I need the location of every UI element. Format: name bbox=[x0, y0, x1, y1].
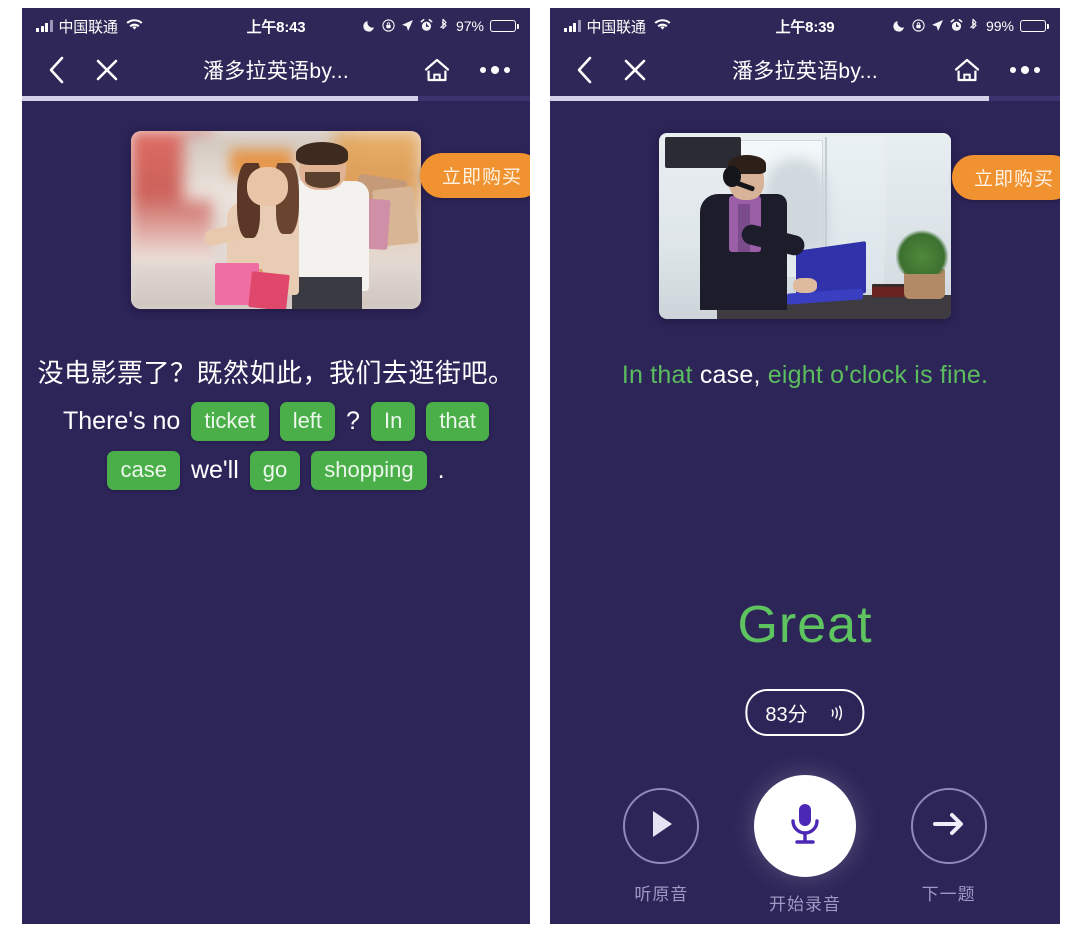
carrier-label: 中国联通 bbox=[586, 18, 646, 36]
battery-percent-label: 99% bbox=[985, 18, 1014, 34]
answer-chip[interactable]: In bbox=[370, 402, 416, 441]
lesson-content-left: 立即购买 没电影票了？既然如此，我们去逛街吧。 There's no ticke… bbox=[22, 131, 530, 924]
lesson-progress-fill bbox=[22, 96, 419, 101]
start-recording-button[interactable]: 开始录音 bbox=[753, 775, 856, 915]
control-label: 开始录音 bbox=[768, 895, 841, 914]
nav-right-group bbox=[954, 58, 1040, 83]
sentence-segment-green-a: In that bbox=[621, 361, 700, 389]
close-button[interactable] bbox=[92, 54, 122, 86]
practice-controls: 听原音 开始录音 下一题 bbox=[550, 775, 1060, 915]
sentence-segment-white: case, bbox=[699, 361, 761, 389]
battery-icon bbox=[490, 19, 519, 33]
back-button[interactable] bbox=[42, 54, 70, 86]
control-label: 听原音 bbox=[634, 885, 689, 904]
answer-chip[interactable]: shopping bbox=[311, 451, 427, 490]
status-right-group: 99% bbox=[893, 18, 1049, 34]
answer-chip[interactable]: case bbox=[107, 451, 180, 490]
sentence-token: . bbox=[437, 456, 445, 484]
navigation-bar: 潘多拉英语by... bbox=[550, 44, 1060, 96]
navigation-bar: 潘多拉英语by... bbox=[22, 44, 530, 96]
battery-percent-label: 97% bbox=[455, 18, 484, 34]
more-dots-icon[interactable] bbox=[480, 66, 510, 74]
dual-screenshot-panel: 中国联通 上午8:43 97% 潘多拉英语by... 立即购买 没电影票了？既然… bbox=[0, 0, 1080, 936]
back-button[interactable] bbox=[570, 54, 598, 86]
status-bar: 中国联通 上午8:39 99% bbox=[550, 8, 1060, 44]
answer-chip[interactable]: that bbox=[426, 402, 490, 441]
answer-chip[interactable]: left bbox=[279, 402, 336, 441]
buy-now-button[interactable]: 立即购买 bbox=[419, 153, 530, 198]
lesson-image-shopping-couple bbox=[131, 131, 421, 309]
phone-screen-left: 中国联通 上午8:43 97% 潘多拉英语by... 立即购买 没电影票了？既然… bbox=[22, 8, 530, 924]
record-button-circle[interactable] bbox=[753, 775, 856, 877]
answer-chip[interactable]: go bbox=[249, 451, 301, 490]
sentence-segment-green-b: eight o'clock is fine. bbox=[760, 361, 989, 389]
answer-token-row: There's no ticket left ? In that case we… bbox=[22, 402, 530, 490]
status-left-group: 中国联通 bbox=[36, 16, 143, 37]
phone-screen-right: 中国联通 上午8:39 99% 潘多拉英语by... 立即购买 In that … bbox=[550, 8, 1060, 924]
play-icon bbox=[646, 808, 676, 845]
pronunciation-result-label: Great bbox=[737, 596, 873, 654]
sentence-token: There's no bbox=[62, 407, 181, 435]
arrow-right-icon bbox=[932, 811, 965, 842]
sentence-token: ? bbox=[346, 407, 360, 435]
sentence-token: we'll bbox=[190, 456, 239, 484]
moon-icon bbox=[893, 19, 906, 34]
status-bar: 中国联通 上午8:43 97% bbox=[22, 8, 530, 44]
home-icon[interactable] bbox=[954, 58, 980, 83]
more-dots-icon[interactable] bbox=[1010, 66, 1040, 74]
lesson-content-right: 立即购买 In that case, eight o'clock is fine… bbox=[550, 133, 1060, 924]
next-button-circle[interactable] bbox=[910, 788, 987, 864]
nav-right-group bbox=[424, 58, 510, 83]
control-label: 下一题 bbox=[921, 885, 976, 904]
target-sentence: In that case, eight o'clock is fine. bbox=[550, 361, 1060, 390]
signal-bars-icon bbox=[564, 20, 581, 32]
play-button-circle[interactable] bbox=[623, 788, 700, 864]
next-question-button[interactable]: 下一题 bbox=[910, 788, 987, 905]
score-value: 83分 bbox=[765, 704, 808, 726]
status-left-group: 中国联通 bbox=[564, 16, 671, 37]
home-icon[interactable] bbox=[424, 58, 450, 83]
wifi-icon bbox=[654, 18, 671, 35]
lesson-progress-bar bbox=[550, 96, 1060, 101]
battery-icon bbox=[1020, 19, 1049, 33]
lesson-image-office-call bbox=[659, 133, 951, 319]
carrier-label: 中国联通 bbox=[58, 18, 118, 36]
wifi-icon bbox=[126, 18, 143, 35]
chinese-prompt: 没电影票了？既然如此，我们去逛街吧。 bbox=[37, 358, 515, 388]
moon-icon bbox=[363, 19, 376, 34]
sound-wave-icon bbox=[830, 705, 845, 721]
status-right-group: 97% bbox=[363, 18, 519, 34]
lesson-progress-bar bbox=[22, 96, 530, 101]
answer-chip[interactable]: ticket bbox=[191, 402, 269, 441]
bluetooth-icon bbox=[439, 18, 449, 34]
signal-bars-icon bbox=[36, 20, 53, 32]
lesson-progress-fill bbox=[550, 96, 989, 101]
close-button[interactable] bbox=[620, 54, 650, 86]
microphone-icon bbox=[787, 801, 823, 852]
bluetooth-icon bbox=[969, 18, 979, 34]
score-badge[interactable]: 83分 bbox=[745, 689, 865, 736]
location-arrow-icon bbox=[401, 19, 414, 34]
play-original-audio-button[interactable]: 听原音 bbox=[623, 788, 700, 905]
alarm-clock-icon bbox=[950, 18, 963, 34]
alarm-clock-icon bbox=[420, 18, 433, 34]
buy-now-button[interactable]: 立即购买 bbox=[951, 155, 1060, 200]
rotation-lock-icon bbox=[382, 18, 395, 34]
rotation-lock-icon bbox=[912, 18, 925, 34]
location-arrow-icon bbox=[931, 19, 944, 34]
